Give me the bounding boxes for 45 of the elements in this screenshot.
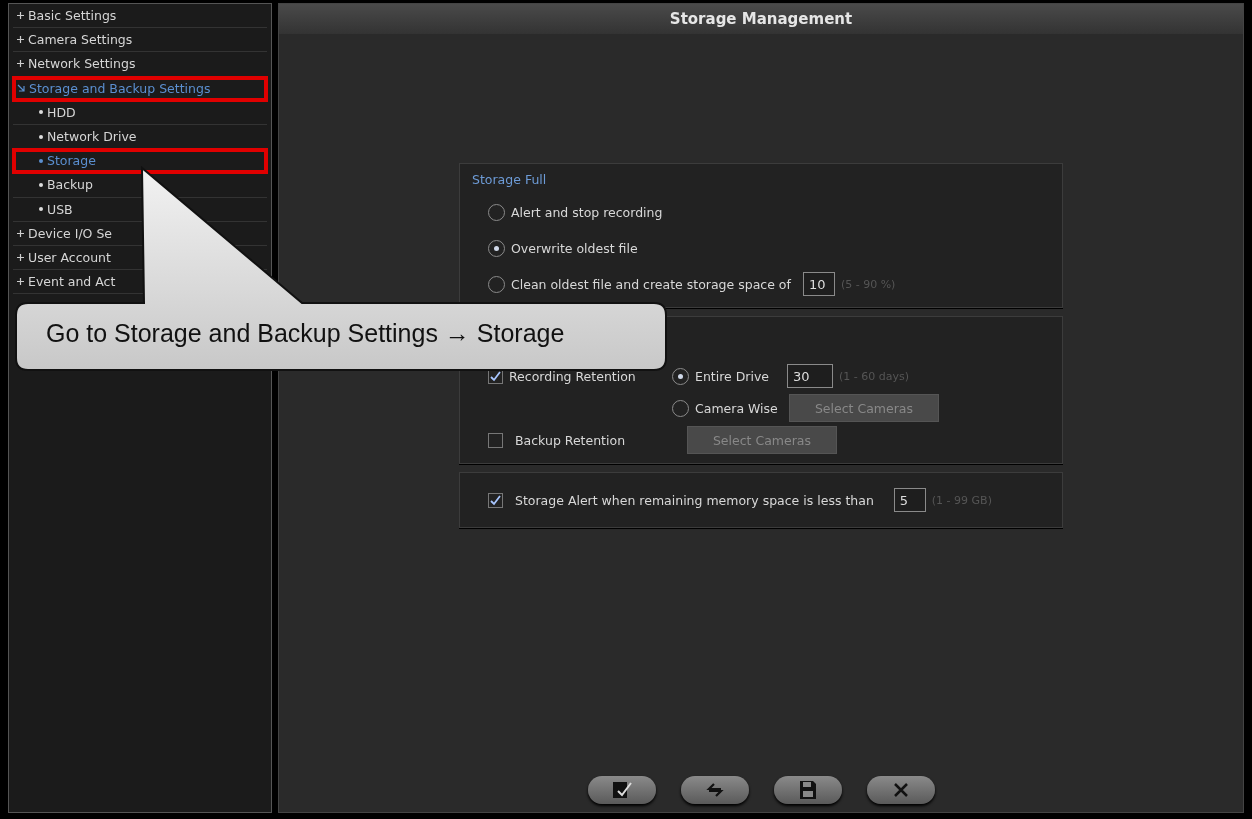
option-label: Camera Wise [695, 400, 775, 416]
option-label: Alert and stop recording [511, 204, 663, 220]
check-icon [490, 494, 501, 506]
plus-icon [17, 12, 24, 20]
days-field[interactable]: 30 [787, 364, 833, 388]
checkbox[interactable] [488, 432, 503, 448]
sidebar-item[interactable]: Network Settings [13, 52, 267, 77]
option-label: Entire Drive [695, 368, 771, 384]
check-icon [490, 370, 501, 382]
callout-text: Go to Storage and Backup Settings → Storage [46, 319, 565, 348]
save-icon [799, 781, 816, 799]
bullet-icon [39, 158, 43, 163]
sidebar-item[interactable]: Basic Settings [13, 4, 267, 29]
bullet-icon [39, 134, 43, 139]
sidebar-subitem[interactable]: HDD [13, 100, 267, 125]
sidebar-subitem[interactable]: Storage [13, 149, 267, 174]
plus-icon [17, 36, 24, 44]
plus-icon [17, 229, 24, 237]
refresh-button[interactable] [680, 776, 749, 804]
section-title: Storage Full [472, 172, 548, 187]
option-label: Backup Retention [515, 432, 627, 448]
page-title: Storage Management [279, 4, 1243, 34]
apply-button[interactable] [587, 776, 656, 804]
option-label: Overwrite oldest file [511, 240, 638, 256]
sidebar-item[interactable]: Camera Settings [13, 28, 267, 53]
bullet-icon [39, 207, 43, 212]
percent-field[interactable]: 10 [802, 272, 835, 296]
close-button[interactable] [866, 776, 935, 804]
expanded-arrow-icon [17, 84, 25, 93]
plus-icon [17, 278, 24, 286]
save-button[interactable] [773, 776, 842, 804]
bullet-icon [39, 182, 43, 187]
bullet-icon [39, 110, 43, 115]
plus-icon [17, 60, 24, 68]
option-label: Recording Retention [509, 368, 636, 384]
close-icon [893, 783, 908, 797]
plus-icon [17, 253, 24, 261]
option-label: Storage Alert when remaining memory space is less than [515, 492, 874, 508]
checkbox[interactable] [488, 492, 503, 508]
apply-check-icon [611, 781, 632, 799]
swap-arrows-icon [705, 782, 724, 798]
sidebar-subitem[interactable]: Network Drive [13, 124, 267, 150]
sidebar-item[interactable]: Storage and Backup Settings [13, 76, 267, 101]
gb-field[interactable]: 5 [893, 488, 926, 512]
option-label: Clean oldest file and create storage space of [511, 276, 791, 292]
